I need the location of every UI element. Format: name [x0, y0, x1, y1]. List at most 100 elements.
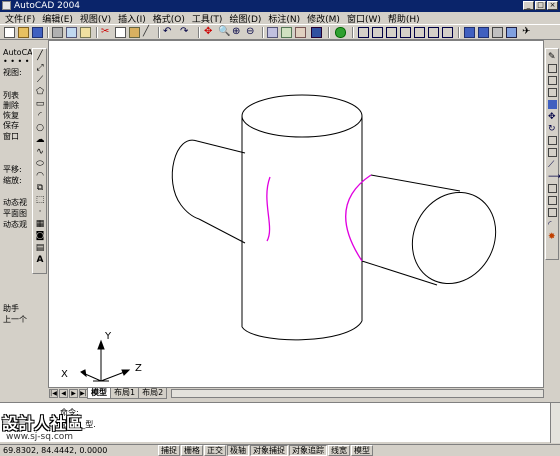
view-save-item[interactable]: 保存: [3, 121, 19, 131]
cut-icon[interactable]: ✂: [101, 27, 112, 38]
maximize-button[interactable]: □: [535, 1, 546, 10]
trim-icon[interactable]: ⟋: [548, 160, 557, 170]
ellipse-icon[interactable]: ⬭: [35, 159, 45, 169]
match-properties-icon[interactable]: ╱: [143, 27, 154, 38]
dynamic-orbit-item[interactable]: 动态观: [3, 220, 27, 230]
copy-icon[interactable]: [115, 27, 126, 38]
spline-icon[interactable]: ∿: [35, 147, 45, 157]
menu-draw[interactable]: 绘图(D): [224, 12, 263, 25]
line-icon[interactable]: ╱: [35, 51, 45, 61]
offset-icon[interactable]: [548, 88, 557, 97]
rectangle-icon[interactable]: ▭: [35, 99, 45, 109]
menu-dimension[interactable]: 标注(N): [263, 12, 302, 25]
extend-icon[interactable]: ⟶: [548, 172, 560, 182]
pan-realtime-icon[interactable]: ✥: [204, 27, 215, 38]
osnap-toggle[interactable]: 对象捕捉: [250, 445, 288, 456]
menu-help[interactable]: 帮助(H): [383, 12, 422, 25]
arc-icon[interactable]: ◜: [35, 111, 45, 121]
close-button[interactable]: ×: [547, 1, 558, 10]
menu-modify[interactable]: 修改(M): [302, 12, 342, 25]
grid-toggle[interactable]: 栅格: [181, 445, 203, 456]
view-back-icon[interactable]: [428, 27, 439, 38]
construction-line-icon[interactable]: ⤢: [35, 63, 45, 73]
shade-gouraud-icon[interactable]: [478, 27, 489, 38]
join-icon[interactable]: [548, 196, 557, 205]
tab-model[interactable]: 模型: [87, 388, 111, 399]
break-icon[interactable]: [548, 184, 557, 193]
3d-orbit-icon[interactable]: ✈: [522, 27, 533, 38]
zoom-window-icon[interactable]: ⊕: [232, 27, 243, 38]
zoom-realtime-icon[interactable]: 🔍: [218, 27, 230, 38]
undo-icon[interactable]: ↶: [163, 27, 174, 38]
zoom-previous-icon[interactable]: ⊖: [246, 27, 257, 38]
print-icon[interactable]: [52, 27, 63, 38]
previous-item[interactable]: 上一个: [3, 315, 27, 325]
insert-block-icon[interactable]: ⧉: [35, 183, 45, 193]
view-list-item[interactable]: 列表: [3, 91, 19, 101]
plan-view-item[interactable]: 平面图: [3, 209, 27, 219]
menu-window[interactable]: 窗口(W): [342, 12, 383, 25]
menu-format[interactable]: 格式(O): [148, 12, 187, 25]
design-center-icon[interactable]: [281, 27, 292, 38]
layer-icon[interactable]: [335, 27, 346, 38]
stretch-icon[interactable]: [548, 148, 557, 157]
properties-icon[interactable]: [267, 27, 278, 38]
array-icon[interactable]: [548, 100, 557, 109]
polar-toggle[interactable]: 极轴: [227, 445, 249, 456]
erase-icon[interactable]: ✎: [548, 52, 557, 62]
menu-tools[interactable]: 工具(T): [187, 12, 225, 25]
view-front-icon[interactable]: [414, 27, 425, 38]
tool-palettes-icon[interactable]: [295, 27, 306, 38]
horizontal-scrollbar[interactable]: [171, 389, 544, 398]
view-window-item[interactable]: 窗口: [3, 132, 19, 142]
shade-flat-icon[interactable]: [464, 27, 475, 38]
move-icon[interactable]: ✥: [548, 112, 557, 122]
rotate-icon[interactable]: ↻: [548, 124, 557, 134]
table-icon[interactable]: ▤: [35, 243, 45, 253]
assistant-item[interactable]: 助手: [3, 304, 19, 314]
new-file-icon[interactable]: [4, 27, 15, 38]
view-restore-item[interactable]: 恢复: [3, 111, 19, 121]
ellipse-arc-icon[interactable]: ◠: [35, 171, 45, 181]
menu-file[interactable]: 文件(F): [0, 12, 37, 25]
view-delete-item[interactable]: 删除: [3, 101, 19, 111]
chamfer-icon[interactable]: [548, 208, 557, 217]
prev-tab-button[interactable]: ◀: [59, 389, 68, 398]
redo-icon[interactable]: ↷: [180, 27, 191, 38]
publish-icon[interactable]: [80, 27, 91, 38]
view-left-icon[interactable]: [386, 27, 397, 38]
scale-icon[interactable]: [548, 136, 557, 145]
model-space-toggle[interactable]: 模型: [351, 445, 373, 456]
zoom-label[interactable]: 缩放:: [3, 176, 22, 186]
open-folder-icon[interactable]: [18, 27, 29, 38]
make-block-icon[interactable]: ⬚: [35, 195, 45, 205]
menu-insert[interactable]: 插入(I): [113, 12, 148, 25]
menu-view[interactable]: 视图(V): [75, 12, 113, 25]
view-bottom-icon[interactable]: [372, 27, 383, 38]
tab-layout1[interactable]: 布局1: [110, 388, 140, 399]
minimize-button[interactable]: _: [523, 1, 534, 10]
multiline-text-icon[interactable]: A: [35, 255, 45, 265]
circle-icon[interactable]: ○: [35, 123, 45, 133]
ortho-toggle[interactable]: 正交: [204, 445, 226, 456]
pan-label[interactable]: 平移:: [3, 165, 22, 175]
tab-layout2[interactable]: 布局2: [138, 388, 168, 399]
mirror-icon[interactable]: [548, 76, 557, 85]
polyline-icon[interactable]: ⟋: [35, 75, 45, 85]
point-icon[interactable]: ·: [35, 207, 45, 217]
save-icon[interactable]: [32, 27, 43, 38]
help-icon[interactable]: [311, 27, 322, 38]
view-right-icon[interactable]: [400, 27, 411, 38]
hidden-icon[interactable]: [506, 27, 517, 38]
copy-object-icon[interactable]: [548, 64, 557, 73]
view-top-icon[interactable]: [358, 27, 369, 38]
menu-edit[interactable]: 编辑(E): [37, 12, 75, 25]
lineweight-toggle[interactable]: 线宽: [328, 445, 350, 456]
next-tab-button[interactable]: ▶: [69, 389, 78, 398]
paste-icon[interactable]: [129, 27, 140, 38]
dynamic-view-item[interactable]: 动态视: [3, 198, 27, 208]
hatch-icon[interactable]: ▦: [35, 219, 45, 229]
revision-cloud-icon[interactable]: ☁: [35, 135, 45, 145]
wireframe-icon[interactable]: [492, 27, 503, 38]
otrack-toggle[interactable]: 对象追踪: [289, 445, 327, 456]
